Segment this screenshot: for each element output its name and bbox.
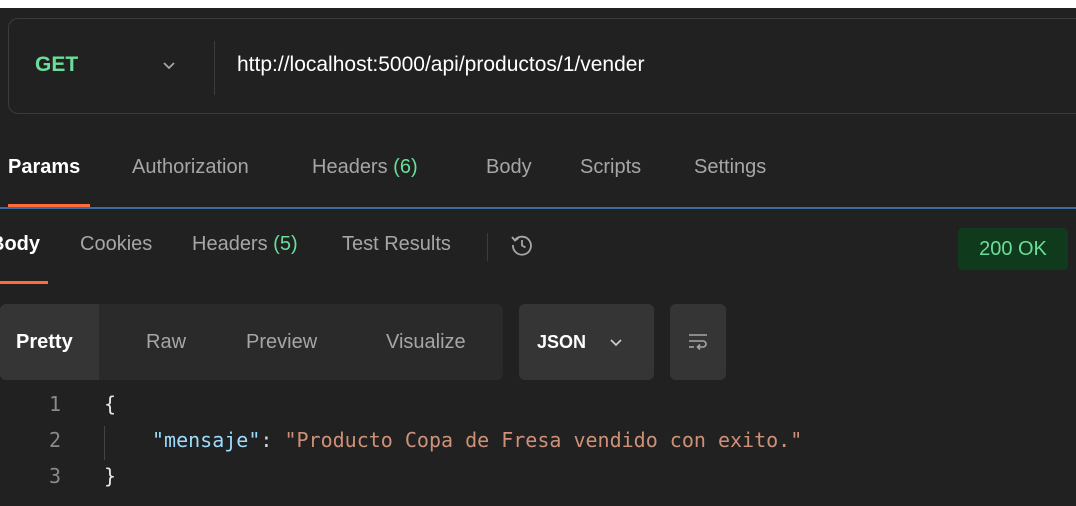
- view-raw-button[interactable]: Raw: [146, 304, 186, 380]
- chevron-down-icon: [610, 339, 622, 347]
- response-tab-headers-label: Headers: [192, 233, 268, 255]
- response-tabs-separator: [487, 233, 488, 261]
- json-entry: "mensaje": "Producto Copa de Fresa vendi…: [152, 428, 802, 452]
- json-open-brace: {: [104, 392, 117, 416]
- response-tab-headers[interactable]: Headers (5): [192, 233, 298, 256]
- json-colon: :: [260, 428, 285, 452]
- tab-authorization[interactable]: Authorization: [132, 156, 249, 179]
- history-icon[interactable]: [508, 231, 536, 259]
- wrap-lines-button[interactable]: [670, 304, 726, 380]
- tab-headers[interactable]: Headers (6): [312, 156, 418, 179]
- tab-headers-count: (6): [393, 156, 418, 178]
- wrap-lines-icon: [689, 334, 707, 351]
- response-tab-body[interactable]: Body: [0, 233, 40, 256]
- response-tab-cookies[interactable]: Cookies: [80, 233, 152, 256]
- line-number: 1: [48, 392, 62, 416]
- method-select[interactable]: GET: [35, 53, 78, 77]
- response-tab-test-results[interactable]: Test Results: [342, 233, 451, 256]
- format-select[interactable]: JSON: [519, 304, 654, 380]
- request-url-bar: GET http://localhost:5000/api/productos/…: [8, 18, 1076, 114]
- tab-headers-label: Headers: [312, 156, 388, 178]
- tab-params[interactable]: Params: [8, 156, 80, 179]
- url-divider: [214, 41, 215, 95]
- json-key: "mensaje": [152, 428, 261, 452]
- chevron-down-icon[interactable]: [159, 55, 179, 75]
- top-band: [0, 0, 1076, 8]
- format-label: JSON: [537, 331, 587, 352]
- view-mode-group: Pretty Raw Preview Visualize: [0, 304, 503, 380]
- view-visualize-button[interactable]: Visualize: [386, 304, 466, 380]
- tab-body[interactable]: Body: [486, 156, 532, 179]
- json-value: "Producto Copa de Fresa vendido con exit…: [284, 428, 803, 452]
- tab-scripts[interactable]: Scripts: [580, 156, 641, 179]
- request-tabs: Params Authorization Headers (6) Body Sc…: [0, 150, 1076, 208]
- indent-guide: [104, 426, 105, 460]
- view-pretty-button[interactable]: Pretty: [0, 304, 99, 380]
- pane-divider[interactable]: [0, 207, 1076, 209]
- json-close-brace: }: [104, 464, 117, 488]
- view-preview-button[interactable]: Preview: [246, 304, 317, 380]
- line-number: 2: [48, 428, 62, 452]
- line-number: 3: [48, 464, 62, 488]
- url-input[interactable]: http://localhost:5000/api/productos/1/ve…: [237, 53, 644, 77]
- response-active-underline: [0, 281, 48, 284]
- status-badge: 200 OK: [958, 228, 1068, 270]
- response-tab-headers-count: (5): [273, 233, 298, 255]
- tab-settings[interactable]: Settings: [694, 156, 766, 179]
